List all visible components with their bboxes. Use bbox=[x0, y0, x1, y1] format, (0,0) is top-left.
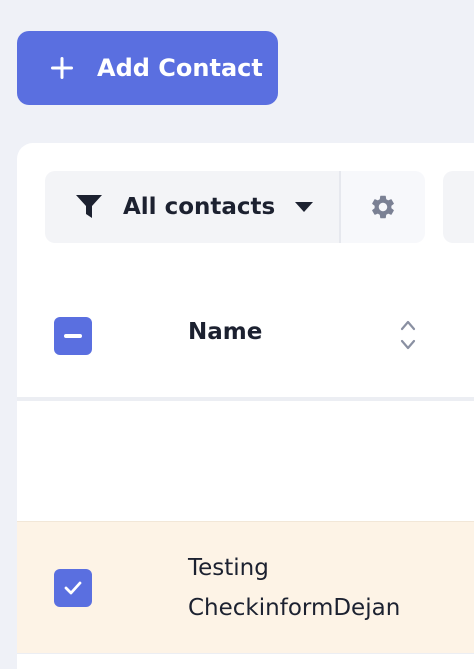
select-all-checkbox[interactable] bbox=[54, 317, 92, 355]
table-header-row: Name bbox=[17, 283, 474, 401]
contacts-page: Add Contact All contacts Name Testing Ch… bbox=[0, 0, 474, 669]
add-contact-button[interactable]: Add Contact bbox=[17, 31, 278, 105]
minus-icon bbox=[64, 334, 82, 338]
toolbar-extra-button[interactable] bbox=[443, 171, 474, 243]
contact-filter-dropdown[interactable]: All contacts bbox=[45, 171, 339, 243]
contact-name[interactable]: Testing CheckinformDejan bbox=[188, 548, 468, 628]
contact-name-line-1: Testing bbox=[188, 555, 269, 581]
row-divider bbox=[17, 653, 474, 654]
plus-icon bbox=[51, 57, 73, 79]
contact-name-line-2: CheckinformDejan bbox=[188, 595, 401, 621]
name-column-header[interactable]: Name bbox=[188, 319, 262, 345]
row-checkbox[interactable] bbox=[54, 569, 92, 607]
filter-label: All contacts bbox=[123, 194, 276, 220]
funnel-icon bbox=[76, 195, 102, 218]
contacts-card: All contacts Name Testing CheckinformDej… bbox=[17, 143, 474, 669]
check-icon bbox=[64, 581, 82, 595]
caret-down-icon bbox=[295, 202, 314, 212]
gear-icon bbox=[372, 195, 394, 219]
filter-settings-button[interactable] bbox=[339, 171, 425, 243]
add-contact-label: Add Contact bbox=[97, 54, 263, 82]
sort-icon[interactable] bbox=[398, 317, 418, 353]
table-row[interactable]: Testing CheckinformDejan bbox=[17, 521, 474, 653]
